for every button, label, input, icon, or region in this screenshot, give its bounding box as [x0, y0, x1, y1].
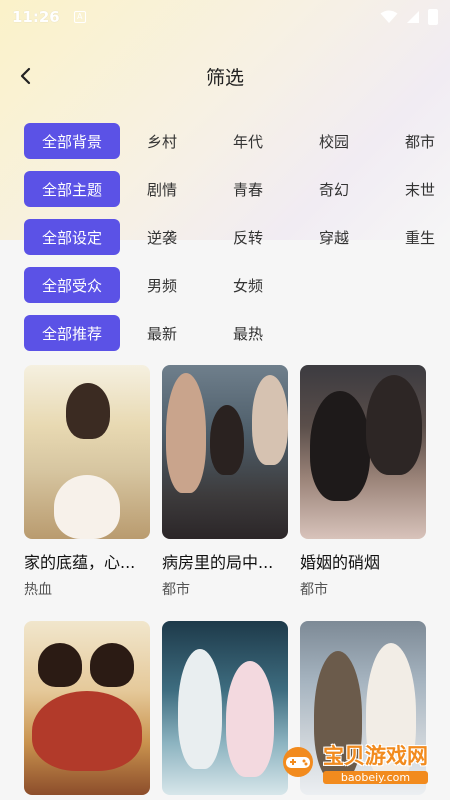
filter-option[interactable]: 最新 — [120, 323, 206, 344]
filter-row-theme: 全部主题 剧情 青春 奇幻 末世 — [0, 170, 450, 208]
drama-card[interactable]: 病房里的局中... 都市 — [162, 365, 288, 599]
filter-panel: 全部背景 乡村 年代 校园 都市 全部主题 剧情 青春 奇幻 末世 全部设定 逆… — [0, 122, 450, 362]
card-title: 家的底蕴，心... — [24, 553, 136, 572]
drama-card[interactable]: 家的底蕴，心... 热血 — [24, 365, 150, 599]
card-tag: 都市 — [300, 582, 328, 598]
card-title: 婚姻的硝烟 — [300, 553, 381, 572]
filter-option[interactable]: 都市 — [378, 131, 450, 152]
gamepad-logo-icon — [283, 747, 313, 777]
filter-option[interactable]: 男频 — [120, 275, 206, 296]
poster-image — [162, 365, 288, 539]
filter-option[interactable]: 反转 — [206, 227, 292, 248]
filter-option[interactable]: 年代 — [206, 131, 292, 152]
watermark-url: baobeiy.com — [323, 771, 428, 784]
chevron-left-icon — [20, 67, 31, 85]
drama-card[interactable] — [24, 621, 150, 795]
filter-option[interactable]: 穿越 — [292, 227, 378, 248]
filter-chip-all-audience[interactable]: 全部受众 — [24, 267, 120, 303]
filter-option[interactable]: 最热 — [206, 323, 292, 344]
drama-grid: 家的底蕴，心... 热血 病房里的局中... 都市 婚姻的硝烟 都市 — [24, 365, 450, 795]
filter-option[interactable]: 奇幻 — [292, 179, 378, 200]
filter-row-recommend: 全部推荐 最新 最热 — [0, 314, 450, 352]
filter-row-background: 全部背景 乡村 年代 校园 都市 — [0, 122, 450, 160]
notification-icon: A — [73, 11, 86, 23]
header: 筛选 — [0, 52, 450, 100]
filter-chip-all-background[interactable]: 全部背景 — [24, 123, 120, 159]
poster-image — [162, 621, 288, 795]
wifi-icon — [380, 10, 398, 23]
filter-option[interactable]: 青春 — [206, 179, 292, 200]
filter-option[interactable]: 剧情 — [120, 179, 206, 200]
filter-option[interactable]: 重生 — [378, 227, 450, 248]
site-watermark: 宝贝游戏网 baobeiy.com — [277, 740, 428, 784]
filter-option[interactable]: 末世 — [378, 179, 450, 200]
drama-card[interactable] — [162, 621, 288, 795]
card-title: 病房里的局中... — [162, 553, 274, 572]
filter-option[interactable]: 逆袭 — [120, 227, 206, 248]
filter-row-setting: 全部设定 逆袭 反转 穿越 重生 — [0, 218, 450, 256]
filter-row-audience: 全部受众 男频 女频 — [0, 266, 450, 304]
filter-chip-all-setting[interactable]: 全部设定 — [24, 219, 120, 255]
filter-option[interactable]: 乡村 — [120, 131, 206, 152]
battery-icon — [428, 9, 438, 25]
filter-chip-all-recommend[interactable]: 全部推荐 — [24, 315, 120, 351]
poster-image — [24, 365, 150, 539]
poster-image — [24, 621, 150, 795]
status-time: 11:26 — [12, 8, 60, 26]
drama-card[interactable]: 婚姻的硝烟 都市 — [300, 365, 426, 599]
filter-chip-all-theme[interactable]: 全部主题 — [24, 171, 120, 207]
poster-image — [300, 365, 426, 539]
watermark-name: 宝贝游戏网 — [323, 744, 428, 768]
filter-option[interactable]: 校园 — [292, 131, 378, 152]
card-tag: 热血 — [24, 582, 52, 598]
page-title: 筛选 — [205, 66, 244, 89]
signal-icon — [407, 11, 419, 23]
filter-option[interactable]: 女频 — [206, 275, 292, 296]
status-bar: 11:26 A — [0, 0, 450, 34]
card-tag: 都市 — [162, 582, 190, 598]
back-button[interactable] — [10, 60, 42, 92]
